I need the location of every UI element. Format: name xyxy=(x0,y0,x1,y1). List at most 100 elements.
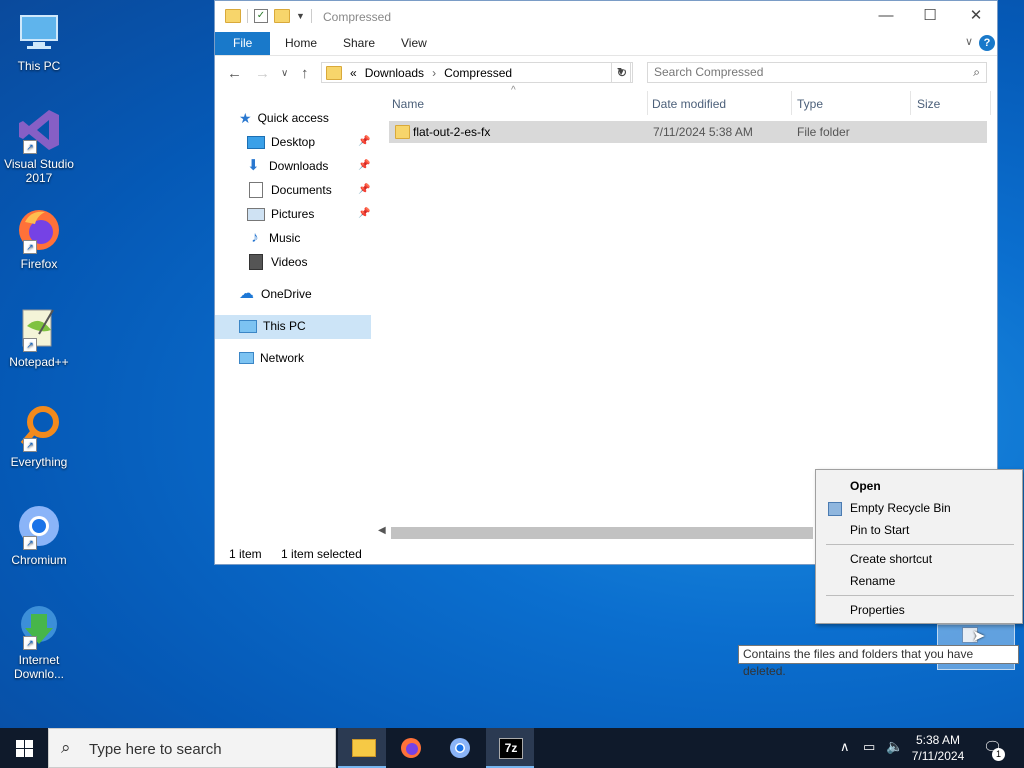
nav-music[interactable]: ♪ Music xyxy=(247,226,300,250)
nav-onedrive[interactable]: ☁ OneDrive xyxy=(239,282,312,306)
tab-file[interactable]: File xyxy=(215,32,271,55)
help-icon[interactable]: ? xyxy=(979,35,995,51)
window-title: Compressed xyxy=(323,10,392,24)
nav-label: Videos xyxy=(271,255,308,269)
tab-home[interactable]: Home xyxy=(271,32,331,55)
taskbar-search-box[interactable]: ⌕ Type here to search xyxy=(48,728,336,768)
nav-label: Music xyxy=(269,231,301,245)
search-input[interactable]: Search Compressed ⌕ xyxy=(647,62,987,83)
taskbar-7zip[interactable]: 7z xyxy=(486,728,534,768)
search-placeholder: Search Compressed xyxy=(654,65,764,79)
desktop-icon-visual-studio[interactable]: ↗ Visual Studio 2017 xyxy=(4,106,74,185)
nav-pictures[interactable]: Pictures xyxy=(247,202,314,226)
column-separator[interactable] xyxy=(910,91,911,115)
new-folder-icon[interactable] xyxy=(274,9,290,23)
picture-icon xyxy=(247,207,265,221)
taskbar-chromium[interactable] xyxy=(436,728,484,768)
shortcut-arrow-icon: ↗ xyxy=(23,536,37,550)
film-icon xyxy=(249,254,263,270)
status-item-count: 1 item xyxy=(229,547,262,561)
table-row[interactable]: flat-out-2-es-fx 7/11/2024 5:38 AM File … xyxy=(389,121,987,143)
scrollbar-thumb[interactable] xyxy=(391,527,813,539)
nav-network[interactable]: Network xyxy=(239,346,304,370)
start-button[interactable] xyxy=(0,728,48,768)
desktop-icon-everything[interactable]: ↗ Everything xyxy=(4,404,74,469)
minimize-button[interactable]: — xyxy=(863,1,909,32)
tab-share[interactable]: Share xyxy=(329,32,389,55)
desktop-icon-label: Visual Studio 2017 xyxy=(4,157,74,185)
properties-check-icon[interactable]: ✓ xyxy=(254,9,268,23)
quick-access-toolbar: ✓ ▼ xyxy=(225,9,312,23)
menu-item-properties[interactable]: Properties xyxy=(850,600,905,620)
menu-separator xyxy=(826,544,1014,545)
recent-locations-chevron-icon[interactable]: ∨ xyxy=(281,68,288,79)
chromium-icon: ↗ xyxy=(15,502,63,550)
music-note-icon: ♪ xyxy=(251,229,259,246)
column-separator[interactable] xyxy=(990,91,991,115)
desktop-icon-chromium[interactable]: ↗ Chromium xyxy=(4,502,74,567)
customize-toolbar-dropdown-icon[interactable]: ▼ xyxy=(296,11,305,21)
column-header-date-modified[interactable]: Date modified xyxy=(652,97,726,111)
download-arrow-icon: ⬇ xyxy=(247,157,260,174)
menu-item-pin-to-start[interactable]: Pin to Start xyxy=(850,520,909,540)
back-arrow-icon[interactable]: ← xyxy=(227,65,242,82)
desktop-icon-this-pc[interactable]: This PC xyxy=(4,8,74,73)
column-header-size[interactable]: Size xyxy=(917,97,940,111)
shortcut-arrow-icon: ↗ xyxy=(23,338,37,352)
network-icon[interactable]: ▭ xyxy=(863,739,875,755)
desktop-icon-notepadpp[interactable]: ↗ Notepad++ xyxy=(4,304,74,369)
breadcrumb-compressed[interactable]: Compressed xyxy=(444,66,512,80)
column-separator[interactable] xyxy=(791,91,792,115)
show-hidden-icons-chevron-icon[interactable]: ∧ xyxy=(840,739,850,755)
taskbar-file-explorer[interactable] xyxy=(338,728,386,768)
address-bar[interactable]: « Downloads › Compressed ▼ xyxy=(321,62,631,83)
shortcut-arrow-icon: ↗ xyxy=(23,636,37,650)
horizontal-scrollbar[interactable]: ◀ xyxy=(375,524,813,541)
nav-quick-access[interactable]: ★ Quick access xyxy=(239,106,329,130)
nav-documents[interactable]: Documents xyxy=(247,178,332,202)
toolbar-separator xyxy=(247,9,248,23)
nav-videos[interactable]: Videos xyxy=(247,250,307,274)
forward-arrow-icon[interactable]: → xyxy=(255,65,270,82)
scroll-left-arrow-icon[interactable]: ◀ xyxy=(378,525,386,536)
nav-label: Pictures xyxy=(271,207,315,221)
sort-ascending-icon: ^ xyxy=(511,85,516,96)
maximize-button[interactable]: ☐ xyxy=(907,1,953,32)
menu-item-empty-recycle-bin[interactable]: Empty Recycle Bin xyxy=(850,498,951,518)
desktop-icon-label: Firefox xyxy=(20,257,58,271)
volume-muted-icon[interactable]: 🔈 xyxy=(886,738,903,755)
firefox-icon: ↗ xyxy=(15,206,63,254)
tab-view[interactable]: View xyxy=(387,32,441,55)
nav-downloads[interactable]: ⬇ Downloads xyxy=(247,154,328,178)
document-icon xyxy=(249,182,263,198)
clock[interactable]: 5:38 AM 7/11/2024 xyxy=(906,732,970,764)
ribbon: File Home Share View ∨ ? xyxy=(215,32,997,56)
folder-icon xyxy=(326,65,342,80)
menu-item-create-shortcut[interactable]: Create shortcut xyxy=(850,549,932,569)
desktop-icon-firefox[interactable]: ↗ Firefox xyxy=(4,206,74,271)
menu-separator xyxy=(826,595,1014,596)
refresh-icon[interactable]: ↻ xyxy=(611,62,633,83)
idm-icon: ↗ xyxy=(15,602,63,650)
taskbar-firefox[interactable] xyxy=(387,728,435,768)
7zip-icon: 7z xyxy=(499,738,523,759)
close-button[interactable]: ✕ xyxy=(953,1,999,32)
nav-desktop[interactable]: Desktop xyxy=(247,130,315,154)
toolbar-separator xyxy=(310,9,312,23)
nav-this-pc[interactable]: This PC xyxy=(239,314,306,338)
nav-label: Downloads xyxy=(269,159,329,173)
column-header-name[interactable]: Name xyxy=(392,97,424,111)
breadcrumb-separator-icon[interactable]: › xyxy=(432,66,436,80)
expand-ribbon-chevron-icon[interactable]: ∨ xyxy=(965,35,973,48)
cloud-icon: ☁ xyxy=(239,285,254,302)
column-header-type[interactable]: Type xyxy=(797,97,823,111)
menu-item-open[interactable]: Open xyxy=(850,476,881,496)
up-arrow-icon[interactable]: ↑ xyxy=(301,65,309,82)
menu-item-rename[interactable]: Rename xyxy=(850,571,895,591)
column-separator[interactable] xyxy=(647,91,648,115)
tooltip: Contains the files and folders that you … xyxy=(738,645,1019,678)
desktop-icon-internet-download-manager[interactable]: ↗ Internet Downlo... xyxy=(4,602,74,681)
notepadpp-icon: ↗ xyxy=(15,304,63,352)
breadcrumb-downloads[interactable]: Downloads xyxy=(365,66,424,80)
breadcrumb-overflow[interactable]: « xyxy=(350,66,357,80)
